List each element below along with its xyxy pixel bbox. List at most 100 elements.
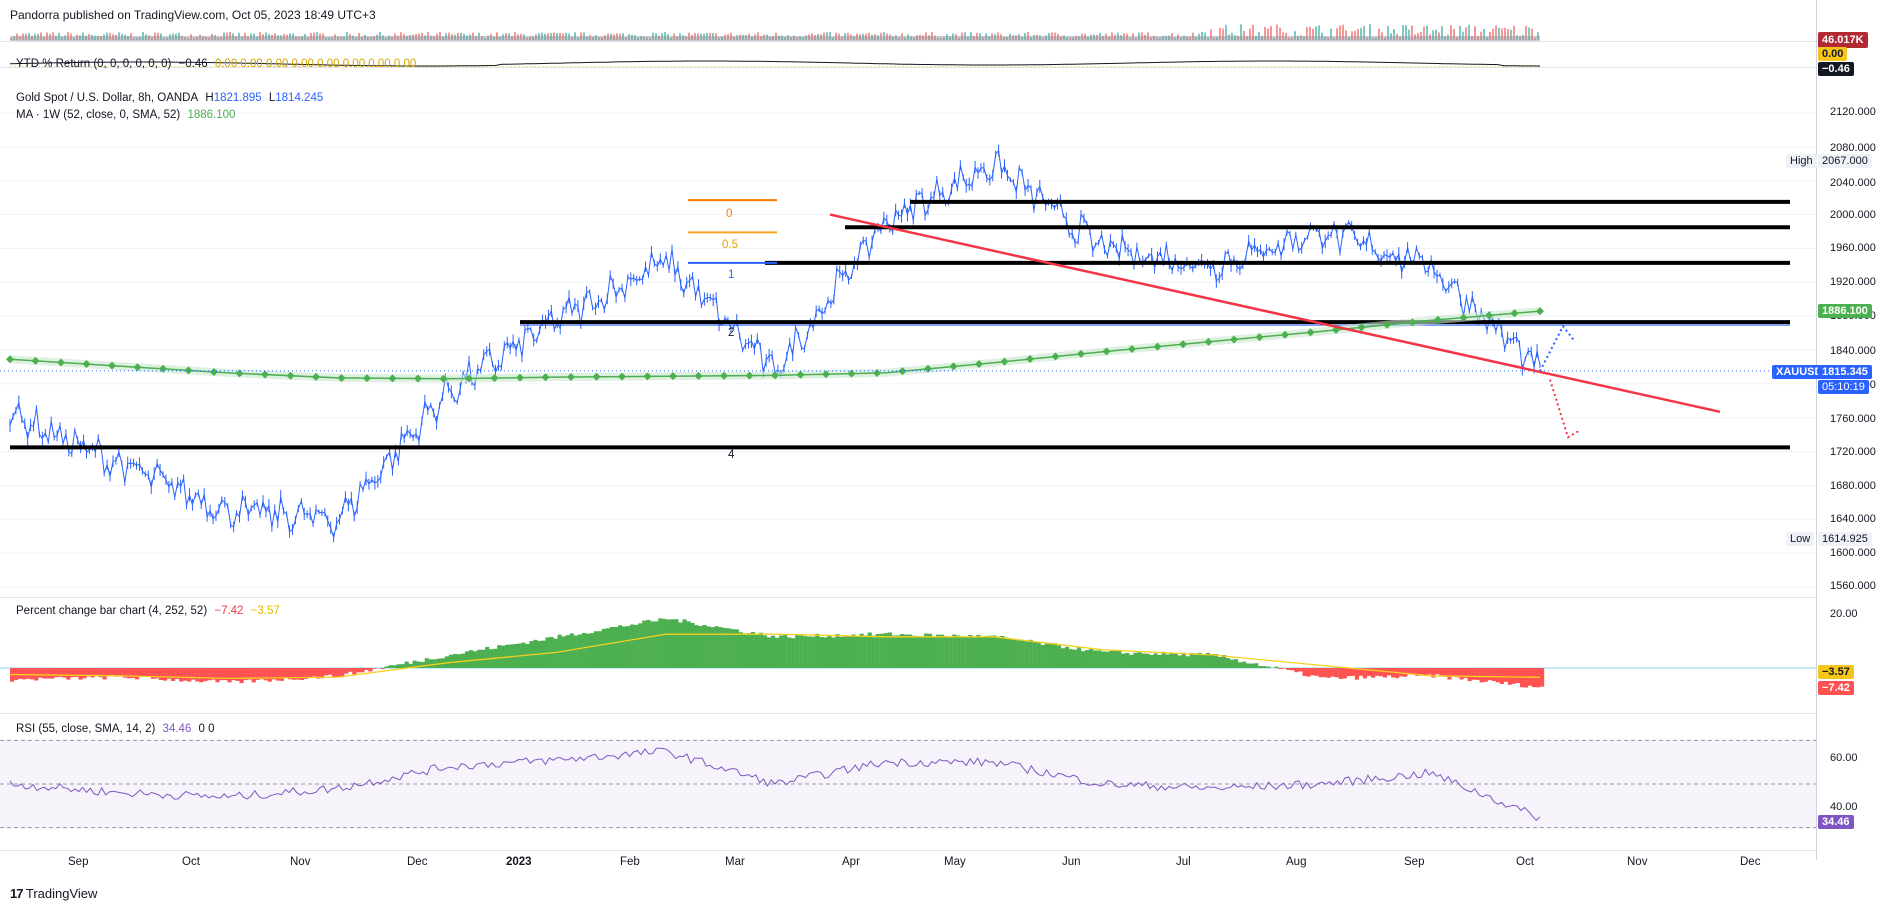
pct-bar <box>891 635 896 668</box>
pct-bar <box>1234 659 1239 668</box>
pct-bar <box>839 636 844 668</box>
pct-bar <box>1540 668 1545 687</box>
pct-bar <box>1346 668 1351 677</box>
ytd-legend-value: −0.46 <box>178 58 208 70</box>
pct-bar <box>690 622 695 668</box>
pct-bar <box>1286 668 1291 670</box>
pct-bar <box>1467 668 1472 682</box>
pct-bar <box>1209 654 1215 668</box>
pct-bar <box>1306 668 1311 677</box>
pct-bar <box>718 627 723 668</box>
pct-bar <box>638 623 643 668</box>
pct-bar <box>368 668 373 672</box>
pct-bar <box>960 636 965 668</box>
pct-bar <box>1302 668 1307 676</box>
level-label-2: 2 <box>728 327 735 339</box>
pct-bar <box>1318 668 1323 678</box>
pct-bar <box>1173 653 1178 668</box>
rsi-legend[interactable]: RSI (55, close, SMA, 14, 2) 34.46 0 0 <box>16 723 219 735</box>
pct-bar <box>46 668 51 679</box>
pct-bar <box>1004 637 1009 668</box>
price-tick: 1760.000 <box>1830 413 1876 425</box>
pct-bar <box>1266 666 1271 668</box>
pct-bar <box>803 636 808 668</box>
pct-bar <box>734 629 739 668</box>
pct-bar <box>815 633 820 668</box>
pct-bar <box>1475 668 1480 680</box>
price-axis[interactable] <box>1816 0 1891 860</box>
pct-bar <box>710 627 715 668</box>
pct-legend-v2: −3.57 <box>250 605 280 617</box>
pct-bar <box>1060 648 1066 668</box>
pct-bar <box>158 668 164 681</box>
pct-bar <box>1298 668 1303 672</box>
pct-bar <box>163 668 168 681</box>
price-line <box>9 149 1541 538</box>
pct-bar <box>420 661 425 668</box>
pct-bar <box>1483 668 1488 682</box>
pct-bar <box>283 668 288 678</box>
pct-bar <box>1403 668 1408 677</box>
ma-legend[interactable]: MA · 1W (52, close, 0, SMA, 52) 1886.100 <box>16 109 239 121</box>
price-tick: 1920.000 <box>1830 276 1876 288</box>
pct-bar <box>923 633 929 668</box>
pct-bar <box>1165 654 1170 668</box>
pct-bar <box>827 635 832 668</box>
pct-bar <box>1447 668 1452 680</box>
pct-badge-signal: −3.57 <box>1818 665 1854 679</box>
time-axis-label: Sep <box>68 856 89 868</box>
pct-legend[interactable]: Percent change bar chart (4, 252, 52) −7… <box>16 605 284 617</box>
pct-bar <box>469 650 474 668</box>
ma-legend-value: 1886.100 <box>187 109 236 121</box>
pct-bar <box>1495 668 1500 683</box>
pct-bar <box>307 668 313 678</box>
pct-bar <box>146 668 152 677</box>
pct-bar <box>754 633 760 668</box>
pct-bar <box>686 621 691 668</box>
projection-up <box>1539 324 1576 372</box>
rsi-legend-zeros: 0 0 <box>198 723 215 735</box>
ytd-legend-title: YTD % Return (0, 0, 0, 0, 0, 0) <box>16 58 172 70</box>
pct-bar <box>1097 650 1102 668</box>
pct-bar <box>702 625 707 668</box>
price-tick: 2040.000 <box>1830 177 1876 189</box>
pct-badge-value: −7.42 <box>1818 681 1854 695</box>
pct-bar <box>1419 668 1424 675</box>
pct-bar <box>1048 642 1053 668</box>
pct-bar <box>799 635 804 668</box>
pct-bar <box>911 635 917 668</box>
pct-bar <box>1459 668 1464 680</box>
pct-bar <box>1221 655 1227 668</box>
pct-bar <box>372 668 377 669</box>
pct-bar <box>275 668 280 681</box>
price-tick: 2080.000 <box>1830 142 1876 154</box>
pct-bar <box>1177 655 1182 668</box>
pct-bar <box>1254 663 1259 668</box>
pct-bar <box>758 632 764 668</box>
ytd-legend[interactable]: YTD % Return (0, 0, 0, 0, 0, 0) −0.46 0.… <box>16 58 420 70</box>
pct-bar <box>750 631 756 668</box>
pct-bar <box>895 635 900 668</box>
pct-bar <box>1153 653 1158 668</box>
pct-bar <box>907 634 913 668</box>
pct-bar <box>1089 648 1094 668</box>
pct-bar <box>195 668 200 682</box>
price-legend[interactable]: Gold Spot / U.S. Dollar, 8h, OANDA H1821… <box>16 92 327 104</box>
pct-bar <box>1294 668 1299 673</box>
time-axis-label: Nov <box>290 856 311 868</box>
price-badge: 1815.345 <box>1818 365 1872 379</box>
pct-bar <box>843 635 848 668</box>
pct-bar <box>1145 653 1150 668</box>
pct-bar <box>1322 668 1327 678</box>
chart-canvas[interactable] <box>0 0 1891 911</box>
pct-bar <box>1330 668 1335 677</box>
pct-bar <box>1185 656 1190 668</box>
pct-bar <box>851 634 856 668</box>
pct-bar <box>332 668 337 678</box>
symbol-title: Gold Spot / U.S. Dollar, 8h, OANDA <box>16 92 199 104</box>
footer-brand[interactable]: 17 TradingView <box>10 886 97 901</box>
pct-bar <box>988 635 993 668</box>
time-axis-label: Aug <box>1286 856 1307 868</box>
pct-bar <box>984 635 989 668</box>
fib-label-05: 0.5 <box>722 239 738 251</box>
